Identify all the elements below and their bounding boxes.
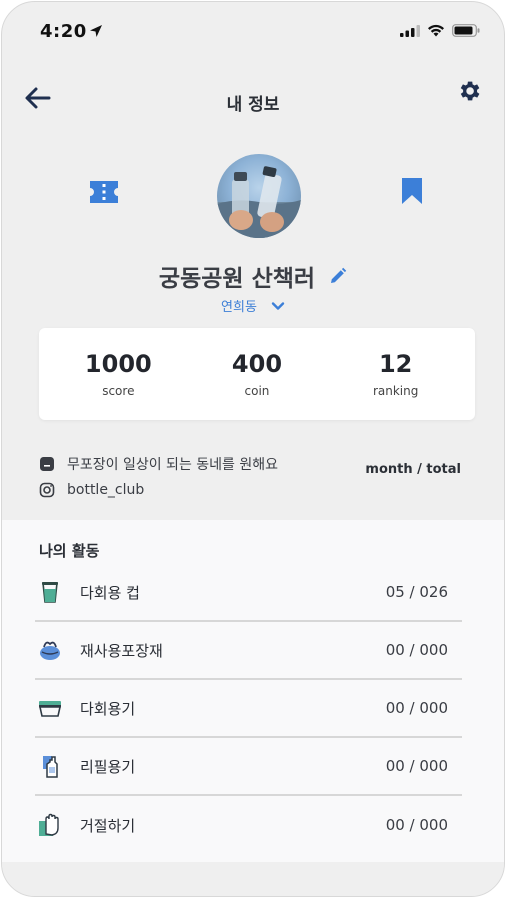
bottom-area [2, 862, 504, 896]
status-bar: 4:20 [2, 2, 504, 56]
wrap-bag-icon [40, 641, 60, 660]
refuse-hand-icon [39, 813, 59, 836]
activity-label: 다회용기 [80, 699, 136, 718]
instagram-handle: bottle_club [67, 482, 145, 498]
instagram-row[interactable]: bottle_club [39, 482, 144, 498]
avatar-photo [217, 166, 301, 238]
speech-bubble-icon [40, 457, 54, 471]
activity-count: 00 / 000 [385, 816, 448, 834]
signal-icon [400, 24, 420, 37]
score-label: score [102, 384, 135, 398]
battery-icon [452, 24, 480, 37]
status-time: 4:20 [40, 21, 87, 42]
activity-list: 다회용 컵 05 / 026 재사용포장재 00 / 000 다회용기 00 /… [35, 564, 462, 854]
list-item[interactable]: 재사용포장재 00 / 000 [35, 622, 462, 680]
stats-card: 1000 score 400 coin 12 ranking [39, 328, 475, 420]
ticket-icon[interactable] [87, 178, 121, 206]
gear-icon[interactable] [456, 78, 482, 104]
list-item[interactable]: 다회용 컵 05 / 026 [35, 564, 462, 622]
list-item[interactable]: 리필용기 00 / 000 [35, 738, 462, 796]
list-item[interactable]: 거절하기 00 / 000 [35, 796, 462, 854]
stat-coin: 400 coin [197, 350, 317, 398]
stat-ranking: 12 ranking [336, 350, 456, 398]
activity-count: 00 / 000 [385, 757, 448, 775]
page-title: 내 정보 [226, 95, 280, 115]
location-selector[interactable]: 연희동 [2, 296, 504, 315]
chevron-down-icon[interactable] [271, 301, 285, 311]
bio-row: 무포장이 일상이 되는 동네를 원해요 [39, 454, 278, 474]
phone-screen: 4:20 내 정보 궁동공원 산책러 연희동 1000 score 400 co… [1, 1, 505, 897]
instagram-icon [39, 482, 55, 498]
coin-value: 400 [231, 350, 283, 378]
score-value: 1000 [84, 350, 152, 378]
activity-label: 리필용기 [80, 757, 136, 776]
activity-section: 나의 활동 다회용 컵 05 / 026 재사용포장재 00 / 000 다회용… [2, 520, 504, 862]
refill-bottle-icon [43, 756, 58, 778]
avatar[interactable] [217, 154, 301, 238]
location-label: 연희동 [221, 300, 257, 315]
activity-count: 00 / 000 [385, 699, 448, 717]
stat-score: 1000 score [58, 350, 178, 398]
status-indicators [400, 24, 480, 37]
cup-icon [42, 582, 58, 603]
period-toggle[interactable]: month / total [365, 462, 461, 477]
activity-label: 재사용포장재 [80, 641, 163, 660]
location-arrow-icon [90, 25, 102, 37]
ranking-label: ranking [372, 384, 419, 398]
activity-label: 거절하기 [80, 816, 136, 835]
pencil-icon[interactable] [329, 267, 347, 285]
activity-count: 05 / 026 [385, 583, 448, 601]
bookmark-icon[interactable] [399, 176, 425, 206]
ranking-value: 12 [378, 350, 413, 378]
nickname: 궁동공원 산책러 [158, 266, 316, 292]
list-item[interactable]: 다회용기 00 / 000 [35, 680, 462, 738]
nickname-row: 궁동공원 산책러 [2, 259, 504, 293]
coin-label: coin [244, 384, 270, 398]
activity-label: 다회용 컵 [80, 583, 140, 602]
activity-count: 00 / 000 [385, 641, 448, 659]
container-icon [39, 701, 61, 717]
wifi-icon [428, 24, 444, 37]
activity-title: 나의 활동 [39, 542, 100, 560]
bio-text: 무포장이 일상이 되는 동네를 원해요 [67, 457, 278, 473]
